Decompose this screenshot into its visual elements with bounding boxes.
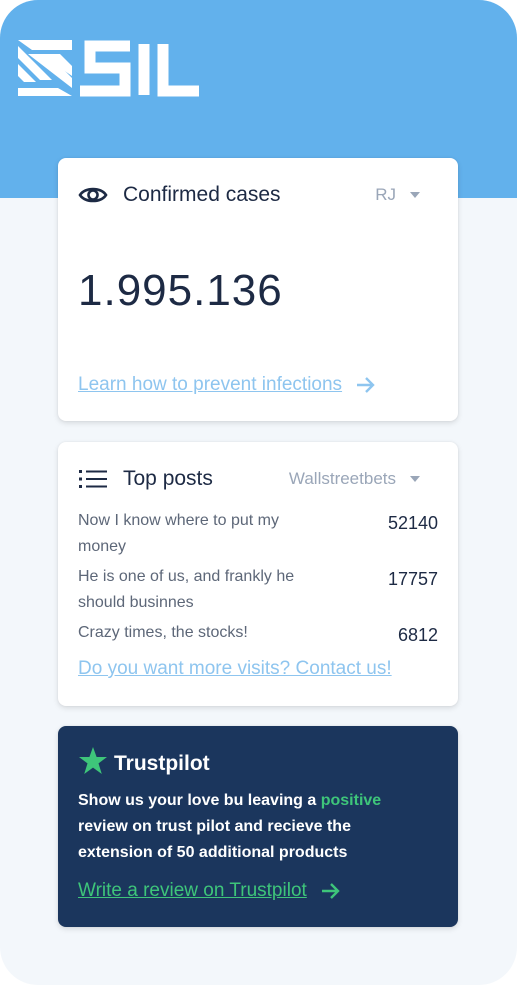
trustpilot-message: Show us your love bu leaving a positive …: [78, 788, 408, 866]
list-item[interactable]: He is one of us, and frankly he should b…: [78, 564, 438, 616]
top-posts-card: Top posts Wallstreetbets Now I know wher…: [58, 442, 458, 706]
contact-us-link[interactable]: Do you want more visits? Contact us!: [78, 658, 392, 680]
app-frame: Confirmed cases RJ 1.995.136 Learn how t…: [0, 0, 517, 985]
eye-icon: [78, 180, 108, 210]
chevron-down-icon: [410, 476, 420, 482]
trustpilot-title: Trustpilot: [114, 751, 210, 775]
source-value: Wallstreetbets: [288, 469, 396, 488]
cases-count: 1.995.136: [78, 266, 283, 315]
source-dropdown[interactable]: Wallstreetbets: [289, 469, 438, 489]
write-review-link-text: Write a review on Trustpilot: [78, 880, 307, 901]
prevent-infections-link[interactable]: Learn how to prevent infections: [78, 374, 376, 396]
trustpilot-header: Trustpilot: [78, 746, 210, 781]
trustpilot-card: Trustpilot Show us your love bu leaving …: [58, 726, 458, 927]
trustpilot-text-after: review on trust pilot and recieve the ex…: [78, 818, 351, 861]
post-count: 52140: [387, 513, 438, 533]
post-title: Crazy times, the stocks!: [78, 624, 248, 641]
cases-header: Confirmed cases RJ: [78, 178, 438, 212]
posts-list: Now I know where to put my money 52140 H…: [78, 508, 438, 652]
arrow-right-icon: [356, 376, 376, 394]
posts-title: Top posts: [123, 467, 213, 490]
posts-header: Top posts Wallstreetbets: [78, 462, 438, 496]
star-icon: [78, 746, 108, 781]
region-value: RJ: [375, 185, 396, 204]
region-dropdown[interactable]: RJ: [375, 185, 438, 205]
post-title: Now I know where to put my money: [78, 512, 279, 555]
write-review-link[interactable]: Write a review on Trustpilot: [78, 880, 341, 902]
chevron-down-icon: [410, 192, 420, 198]
post-count: 6812: [397, 625, 438, 645]
confirmed-cases-card: Confirmed cases RJ 1.995.136 Learn how t…: [58, 158, 458, 421]
post-title: He is one of us, and frankly he should b…: [78, 568, 295, 611]
list-item[interactable]: Crazy times, the stocks! 6812: [78, 620, 438, 648]
list-item[interactable]: Now I know where to put my money 52140: [78, 508, 438, 560]
contact-us-link-text: Do you want more visits? Contact us!: [78, 658, 392, 679]
trustpilot-text-highlight: positive: [320, 792, 382, 809]
cases-title: Confirmed cases: [123, 183, 281, 206]
post-count: 17757: [387, 569, 438, 589]
list-icon: [78, 464, 108, 494]
prevent-infections-link-text: Learn how to prevent infections: [78, 374, 343, 395]
arrow-right-icon: [321, 882, 341, 900]
sil-logo: [18, 40, 200, 103]
trustpilot-text-before: Show us your love bu leaving a: [78, 792, 321, 809]
